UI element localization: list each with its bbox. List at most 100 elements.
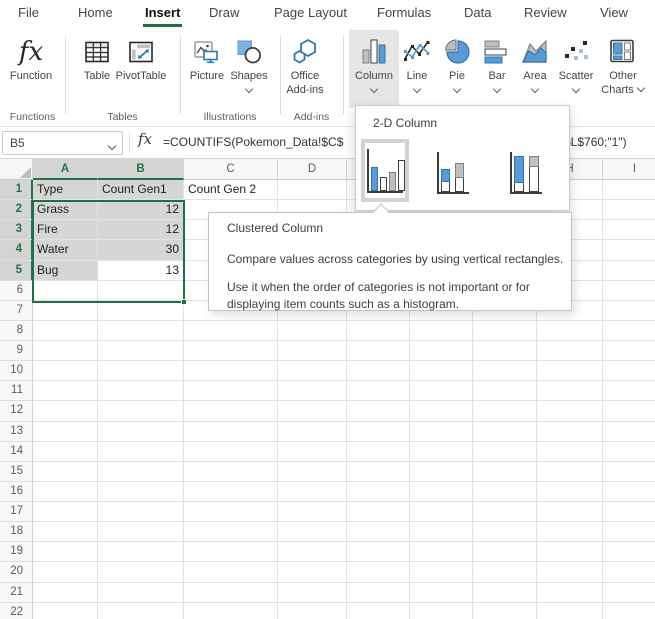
cell-D11[interactable] — [278, 381, 347, 401]
cell-I5[interactable] — [603, 261, 655, 281]
cell-C8[interactable] — [184, 321, 278, 341]
cell-B3[interactable]: 12 — [98, 220, 184, 240]
cell-D17[interactable] — [278, 502, 347, 522]
cell-A22[interactable] — [33, 603, 98, 619]
cell-B8[interactable] — [98, 321, 184, 341]
area-chart-button[interactable]: Area — [516, 30, 554, 108]
cell-E17[interactable] — [347, 502, 410, 522]
line-chart-button[interactable]: Line — [398, 30, 436, 108]
cell-C10[interactable] — [184, 361, 278, 381]
row-header-11[interactable]: 11 — [0, 381, 33, 401]
cell-G9[interactable] — [473, 341, 537, 361]
cell-H11[interactable] — [537, 381, 603, 401]
cell-I15[interactable] — [603, 462, 655, 482]
stacked-column-option[interactable] — [431, 149, 475, 197]
cell-A9[interactable] — [33, 341, 98, 361]
cell-G14[interactable] — [473, 442, 537, 462]
cell-A2[interactable]: Grass — [33, 200, 98, 220]
cell-D1[interactable] — [278, 180, 347, 200]
row-header-10[interactable]: 10 — [0, 361, 33, 381]
cell-F13[interactable] — [410, 422, 473, 442]
cell-I7[interactable] — [603, 301, 655, 321]
cell-A10[interactable] — [33, 361, 98, 381]
stacked-100-column-option[interactable] — [504, 149, 548, 197]
cell-A5[interactable]: Bug — [33, 261, 98, 281]
cell-F10[interactable] — [410, 361, 473, 381]
tab-view[interactable]: View — [600, 0, 628, 28]
cell-B20[interactable] — [98, 562, 184, 582]
cell-I16[interactable] — [603, 482, 655, 502]
cell-B19[interactable] — [98, 542, 184, 562]
cell-C19[interactable] — [184, 542, 278, 562]
cell-I4[interactable] — [603, 240, 655, 260]
cell-G22[interactable] — [473, 603, 537, 619]
cell-A13[interactable] — [33, 422, 98, 442]
cell-A18[interactable] — [33, 522, 98, 542]
column-chart-button[interactable]: Column — [349, 30, 399, 108]
row-header-14[interactable]: 14 — [0, 442, 33, 462]
cell-B6[interactable] — [98, 281, 184, 301]
cell-A7[interactable] — [33, 301, 98, 321]
cell-C15[interactable] — [184, 462, 278, 482]
cell-D14[interactable] — [278, 442, 347, 462]
cell-G11[interactable] — [473, 381, 537, 401]
cell-A1[interactable]: Type — [33, 180, 98, 200]
row-header-15[interactable]: 15 — [0, 462, 33, 482]
cell-I9[interactable] — [603, 341, 655, 361]
select-all-corner[interactable] — [0, 159, 33, 180]
insert-function-icon[interactable]: fx — [138, 130, 152, 148]
cell-I20[interactable] — [603, 562, 655, 582]
cell-B9[interactable] — [98, 341, 184, 361]
cell-C14[interactable] — [184, 442, 278, 462]
cell-C17[interactable] — [184, 502, 278, 522]
row-header-20[interactable]: 20 — [0, 562, 33, 582]
row-header-4[interactable]: 4 — [0, 240, 33, 260]
cell-E19[interactable] — [347, 542, 410, 562]
cell-G19[interactable] — [473, 542, 537, 562]
cell-F22[interactable] — [410, 603, 473, 619]
cell-C22[interactable] — [184, 603, 278, 619]
tab-page-layout[interactable]: Page Layout — [274, 0, 347, 28]
cell-G15[interactable] — [473, 462, 537, 482]
cell-D16[interactable] — [278, 482, 347, 502]
cell-D13[interactable] — [278, 422, 347, 442]
cell-B2[interactable]: 12 — [98, 200, 184, 220]
cell-I3[interactable] — [603, 220, 655, 240]
cell-C12[interactable] — [184, 401, 278, 421]
column-header-I[interactable]: I — [603, 159, 655, 180]
cell-I1[interactable] — [603, 180, 655, 200]
cell-G8[interactable] — [473, 321, 537, 341]
cell-B10[interactable] — [98, 361, 184, 381]
cell-G10[interactable] — [473, 361, 537, 381]
row-header-21[interactable]: 21 — [0, 583, 33, 603]
cell-E20[interactable] — [347, 562, 410, 582]
cell-E12[interactable] — [347, 401, 410, 421]
cell-E22[interactable] — [347, 603, 410, 619]
row-header-3[interactable]: 3 — [0, 220, 33, 240]
cell-E9[interactable] — [347, 341, 410, 361]
cell-G16[interactable] — [473, 482, 537, 502]
pie-chart-button[interactable]: Pie — [440, 30, 474, 108]
tab-formulas[interactable]: Formulas — [377, 0, 431, 28]
cell-I21[interactable] — [603, 583, 655, 603]
tab-review[interactable]: Review — [524, 0, 567, 28]
column-header-A[interactable]: A — [33, 159, 98, 180]
cell-I11[interactable] — [603, 381, 655, 401]
cell-D8[interactable] — [278, 321, 347, 341]
cell-A8[interactable] — [33, 321, 98, 341]
cell-I19[interactable] — [603, 542, 655, 562]
cell-H18[interactable] — [537, 522, 603, 542]
column-header-B[interactable]: B — [98, 159, 184, 180]
cell-I6[interactable] — [603, 281, 655, 301]
cell-F11[interactable] — [410, 381, 473, 401]
tab-draw[interactable]: Draw — [209, 0, 239, 28]
row-header-5[interactable]: 5 — [0, 261, 33, 281]
row-header-1[interactable]: 1 — [0, 180, 33, 200]
cell-F18[interactable] — [410, 522, 473, 542]
cell-A4[interactable]: Water — [33, 240, 98, 260]
row-header-17[interactable]: 17 — [0, 502, 33, 522]
bar-chart-button[interactable]: Bar — [480, 30, 514, 108]
cell-F9[interactable] — [410, 341, 473, 361]
cell-D20[interactable] — [278, 562, 347, 582]
cell-A16[interactable] — [33, 482, 98, 502]
